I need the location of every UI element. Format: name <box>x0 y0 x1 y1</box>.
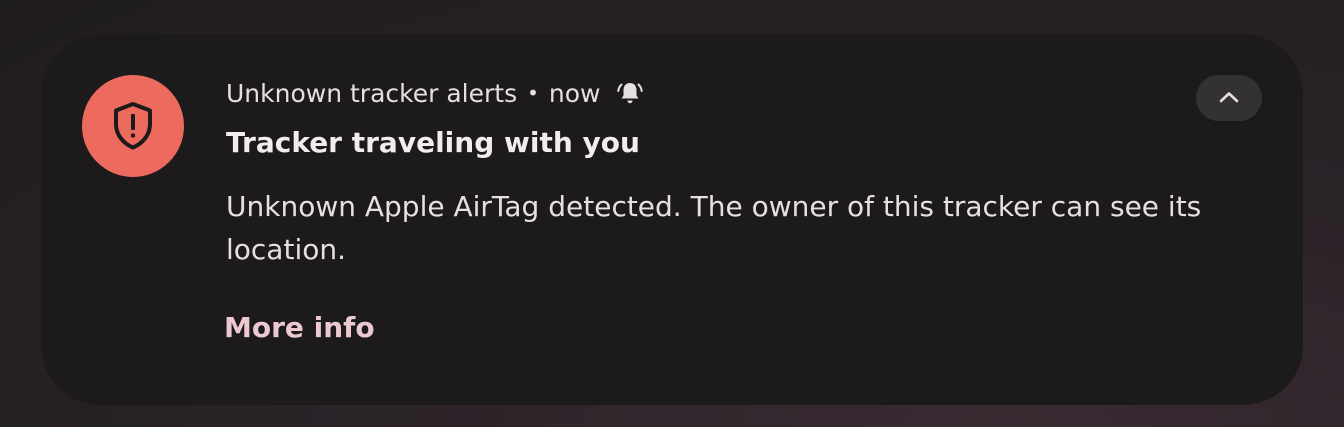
header-separator: • <box>527 81 539 105</box>
notification-card[interactable]: Unknown tracker alerts • now Tracker tra… <box>41 34 1303 405</box>
app-icon-circle <box>82 75 184 177</box>
notification-time: now <box>548 78 601 108</box>
notification-body: Unknown Apple AirTag detected. The owner… <box>226 190 1202 266</box>
more-info-button[interactable]: More info <box>224 311 375 344</box>
notification-header: Unknown tracker alerts • now <box>226 77 644 109</box>
app-name: Unknown tracker alerts <box>226 78 518 108</box>
shield-alert-icon <box>111 101 155 151</box>
notification-title: Tracker traveling with you <box>226 126 640 159</box>
bell-ringing-icon <box>616 79 644 107</box>
chevron-up-icon <box>1218 89 1240 108</box>
collapse-button[interactable] <box>1196 75 1262 121</box>
